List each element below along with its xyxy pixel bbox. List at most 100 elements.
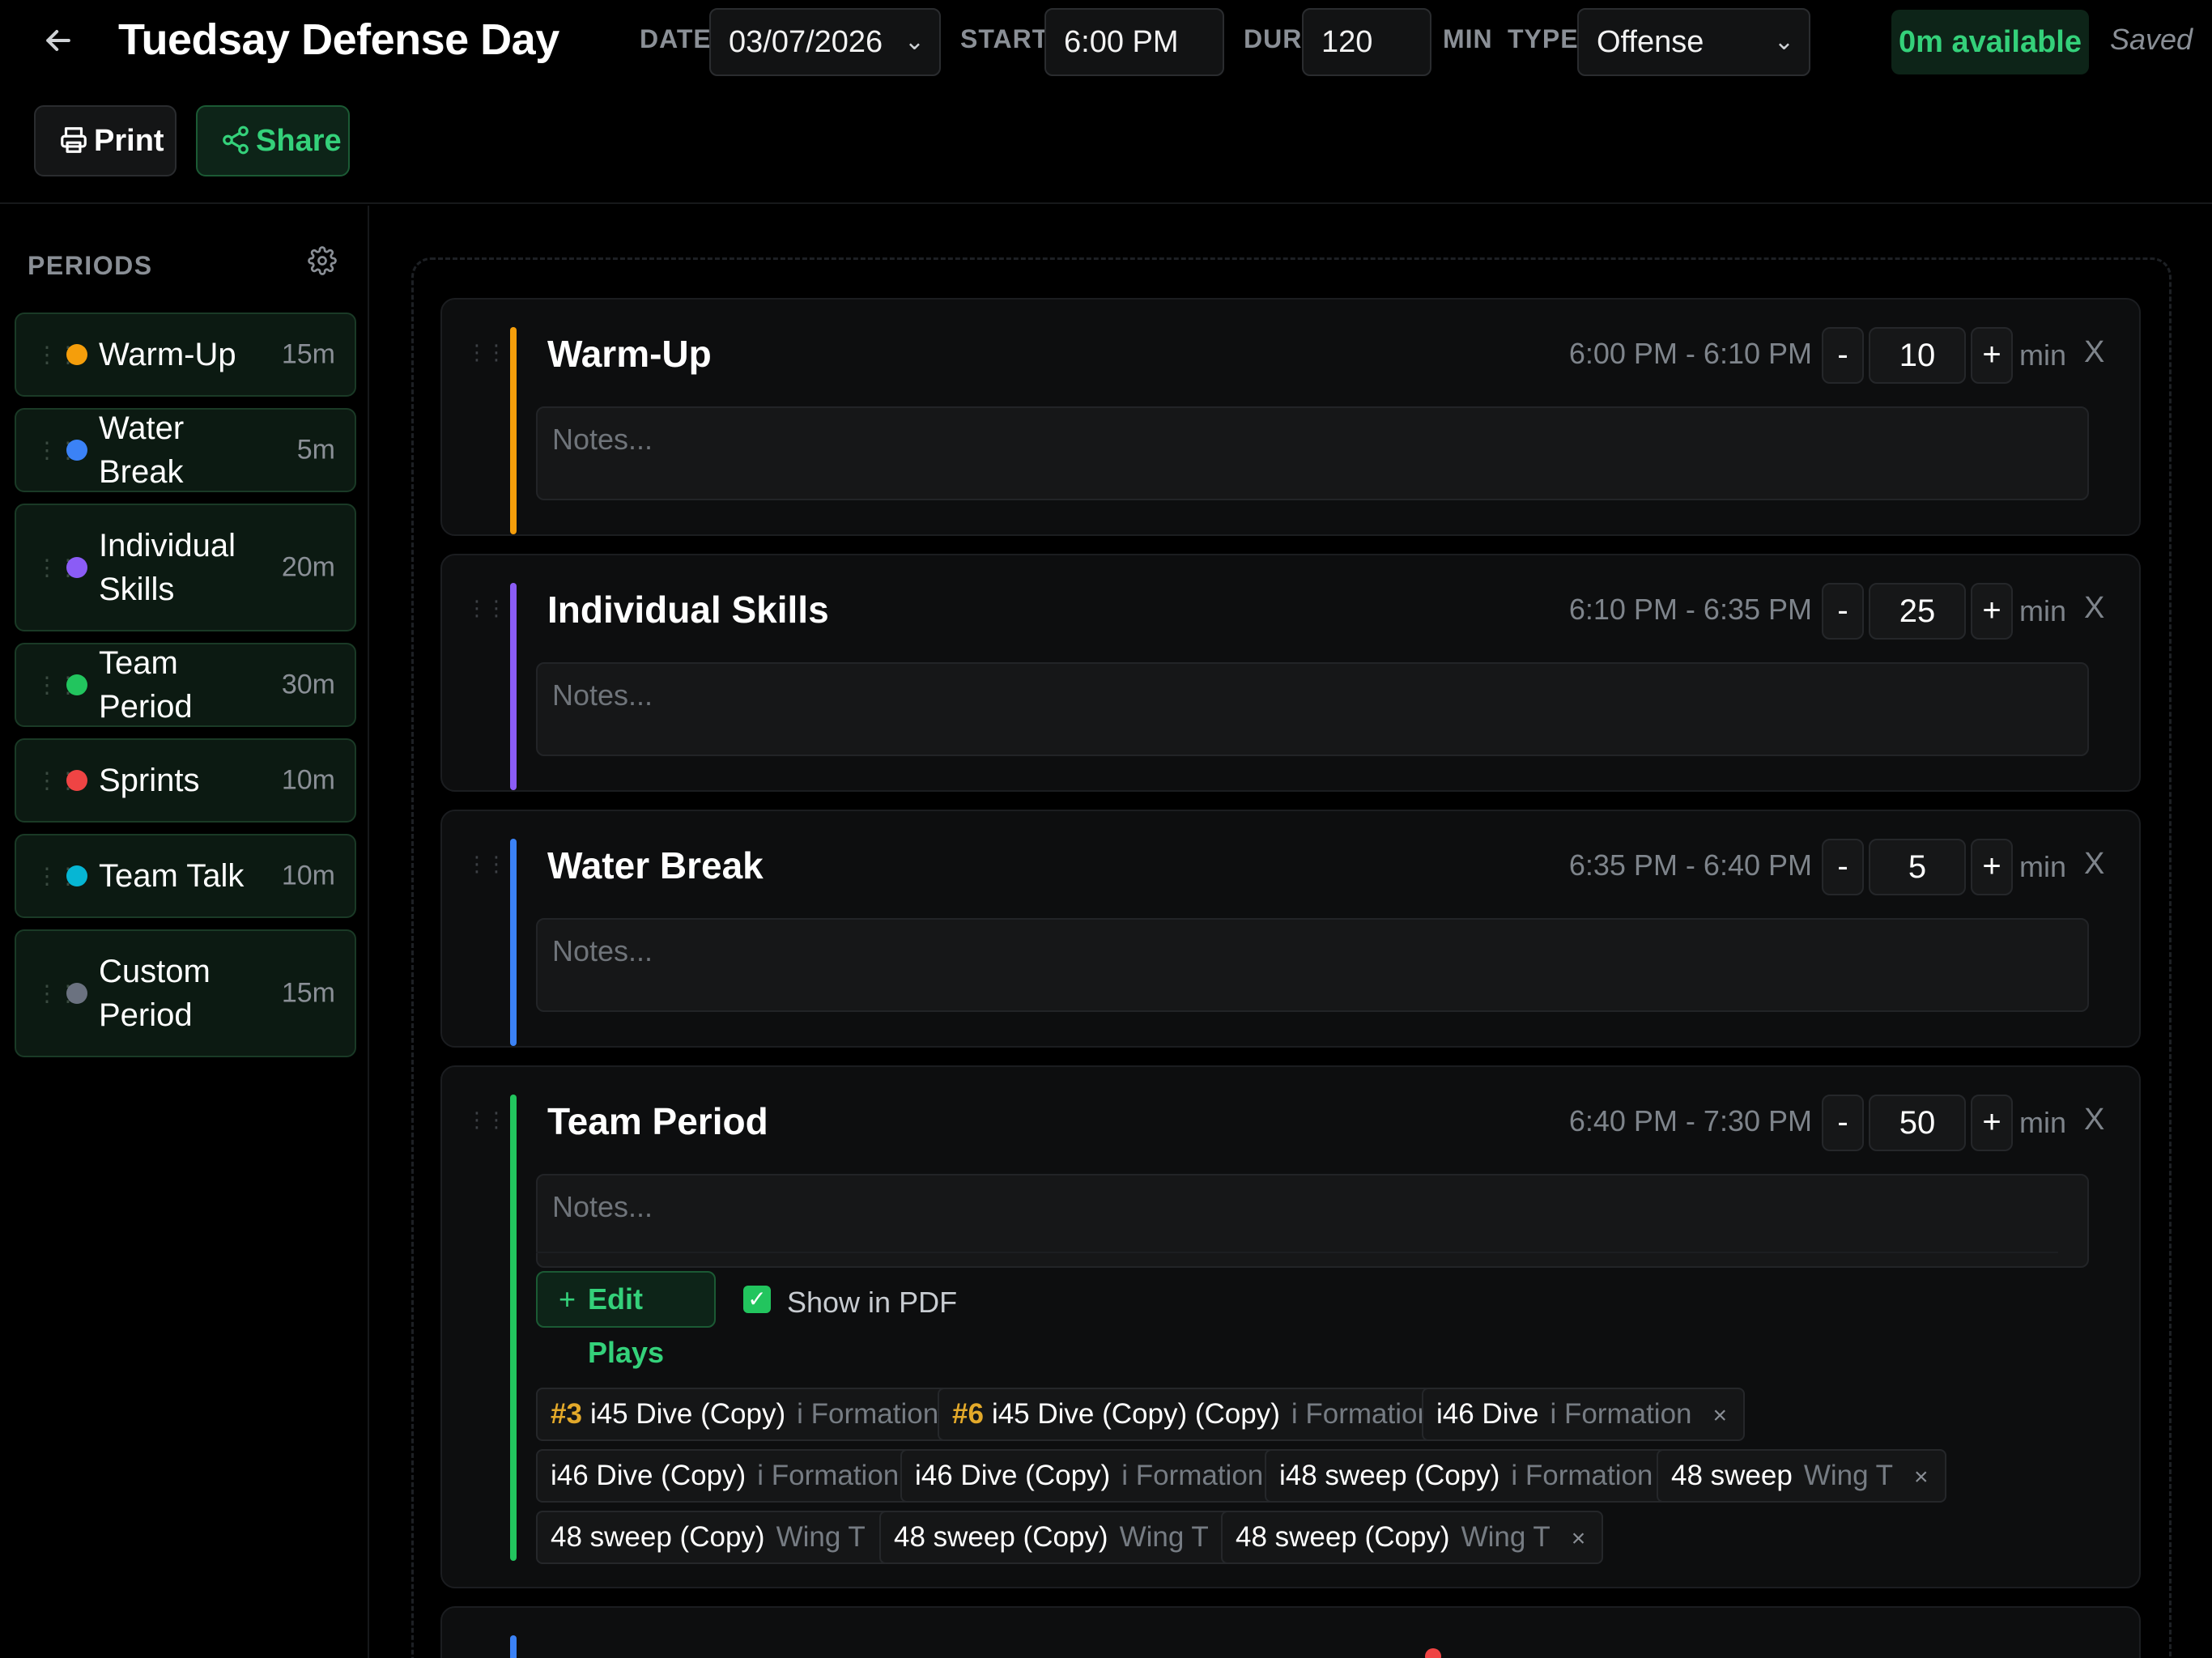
play-chip[interactable]: i46 Dive i Formation × [1422,1388,1746,1441]
increase-duration-button[interactable]: + [1971,1095,2013,1151]
share-icon [223,125,249,155]
period-duration-input[interactable]: 10 [1869,327,1966,384]
sidebar-item-label: Team Talk [99,858,245,894]
edit-plays-button[interactable]: + Edit Plays [536,1271,716,1369]
gear-icon[interactable] [308,246,337,279]
period-color-bar [510,1095,517,1561]
period-card-individual-skills: ⋮⋮ Individual Skills 6:10 PM - 6:35 PM -… [440,554,2141,792]
sidebar-item-warm-up[interactable]: ⋮⋮ Warm-Up 15m [15,312,356,397]
period-title: Team Period [547,1100,768,1142]
show-in-pdf-label[interactable]: Show in PDF [787,1286,957,1320]
remove-period-button[interactable]: X [2084,335,2104,370]
sidebar-item-team-talk[interactable]: ⋮⋮ Team Talk 10m [15,834,356,918]
sidebar-title: PERIODS [28,251,153,280]
type-label: TYPE [1508,24,1579,53]
period-card-team-period: ⋮⋮ Team Period 6:40 PM - 7:30 PM - 50 + … [440,1065,2141,1588]
play-formation: Wing T [776,1521,866,1553]
play-chip[interactable]: i46 Dive (Copy)i Formation× [536,1449,952,1503]
sidebar-item-label: Sprints [99,763,200,798]
remove-play-icon[interactable]: × [1914,1464,1929,1490]
period-notes-input[interactable]: Notes... [536,918,2089,1012]
period-color-dot [66,344,87,365]
drag-handle-icon[interactable]: ⋮⋮ [466,596,507,621]
play-name: i45 Dive (Copy) (Copy) [991,1398,1280,1430]
period-color-dot [66,865,87,886]
play-chip[interactable]: i46 Dive (Copy)i Formation× [900,1449,1317,1503]
duration-field[interactable]: 120 [1302,8,1431,76]
share-label: Share [256,124,342,158]
decrease-duration-button[interactable]: - [1822,839,1864,895]
period-notes-input[interactable]: Notes... [536,406,2089,500]
print-button[interactable]: Print [34,105,177,176]
play-chip[interactable]: i48 sweep (Copy)i Formation× [1265,1449,1706,1503]
play-formation: i Formation [757,1460,900,1491]
sidebar-item-water-break[interactable]: ⋮⋮ Water Break 5m [15,408,356,492]
play-name: i46 Dive (Copy) [551,1460,747,1491]
period-duration-input[interactable]: 5 [1869,839,1966,895]
decrease-duration-button[interactable]: - [1822,1095,1864,1151]
play-name: 48 sweep (Copy) [551,1521,765,1553]
play-formation: i Formation [1291,1398,1433,1430]
play-name: i48 sweep (Copy) [1279,1460,1500,1491]
remove-play-icon[interactable]: × [1713,1402,1728,1429]
increase-duration-button[interactable]: + [1971,327,2013,384]
printer-icon [61,127,87,153]
remove-period-button[interactable]: X [2084,847,2104,882]
remove-period-button[interactable]: X [2084,591,2104,626]
period-notes-input[interactable]: Notes... [536,662,2089,756]
play-chip[interactable]: 48 sweep (Copy)Wing T× [879,1511,1262,1564]
sidebar-item-individual-skills[interactable]: ⋮⋮ Individual Skills 20m [15,504,356,631]
increase-duration-button[interactable]: + [1971,839,2013,895]
drag-handle-icon[interactable]: ⋮⋮ [466,852,507,877]
period-notes-input[interactable]: Notes... [536,1174,2089,1268]
back-arrow-icon[interactable] [40,23,76,58]
top-bar: Tuedsay Defense Day DATE 03/07/2026 ⌄ ST… [0,0,2212,204]
play-formation: Wing T [1803,1460,1894,1491]
play-chip[interactable]: 48 sweep (Copy)Wing T× [1221,1511,1604,1564]
page-title[interactable]: Tuedsay Defense Day [118,15,559,65]
share-button[interactable]: Share [196,105,350,176]
drag-handle-icon[interactable]: ⋮⋮ [466,340,507,365]
play-chip[interactable]: #6i45 Dive (Copy) (Copy)i Formation× [938,1388,1487,1441]
decrease-duration-button[interactable]: - [1822,583,1864,640]
play-number: #3 [551,1398,582,1430]
play-chip[interactable]: 48 sweep (Copy)Wing T× [536,1511,919,1564]
play-number: #6 [952,1398,984,1430]
period-time-range: 6:00 PM - 6:10 PM [1568,337,1812,370]
increase-duration-button[interactable]: + [1971,583,2013,640]
play-chip[interactable]: #3i45 Dive (Copy)i Formation× [536,1388,992,1441]
period-duration-input[interactable]: 50 [1869,1095,1966,1151]
date-label: DATE [640,24,712,53]
remove-play-icon[interactable]: × [1572,1525,1586,1552]
sidebar-item-custom-period[interactable]: ⋮⋮ Custom Period 15m [15,929,356,1057]
show-in-pdf-checkbox[interactable]: ✓ [743,1286,771,1313]
period-color-bar [510,583,517,790]
start-time-field[interactable]: 6:00 PM [1044,8,1224,76]
remove-period-button[interactable]: X [2084,1103,2104,1137]
period-time-range: 6:40 PM - 7:30 PM [1568,1104,1812,1137]
play-name: 48 sweep [1671,1460,1793,1491]
save-status: Saved [2110,23,2193,56]
date-value: 03/07/2026 [729,25,883,59]
sidebar-item-sprints[interactable]: ⋮⋮ Sprints 10m [15,738,356,823]
play-name: i45 Dive (Copy) [589,1398,786,1430]
period-color-dot [66,440,87,461]
start-time-value: 6:00 PM [1064,25,1179,59]
drag-handle-icon[interactable]: ⋮⋮ [466,1107,507,1133]
type-select[interactable]: Offense ⌄ [1577,8,1810,76]
duration-unit: min [2019,338,2067,372]
period-color-dot [66,770,87,791]
period-color-bar [510,839,517,1046]
period-color-dot [66,557,87,578]
period-duration-input[interactable]: 25 [1869,583,1966,640]
sidebar-item-team-period[interactable]: ⋮⋮ Team Period 30m [15,643,356,727]
sidebar-item-minutes: 15m [281,338,335,370]
decrease-duration-button[interactable]: - [1822,327,1864,384]
sidebar-item-minutes: 15m [281,977,335,1009]
duration-unit: min [2019,594,2067,627]
period-title: Water Break [547,844,764,886]
period-time-range: 6:10 PM - 6:35 PM [1568,593,1812,626]
play-chip[interactable]: 48 sweep Wing T × [1657,1449,1946,1503]
date-field[interactable]: 03/07/2026 ⌄ [709,8,941,76]
sidebar-item-minutes: 5m [296,434,335,466]
